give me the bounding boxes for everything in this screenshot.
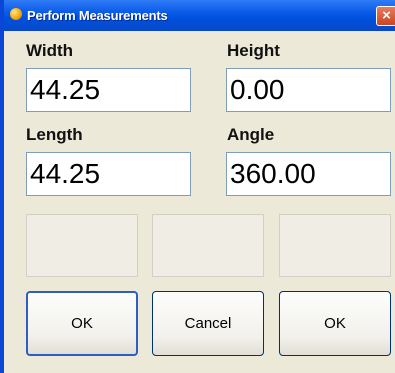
width-label: Width (26, 41, 74, 60)
length-label: Length (26, 125, 83, 144)
angle-field[interactable]: 360.00 (226, 152, 391, 196)
length-field[interactable]: 44.25 (26, 152, 191, 196)
width-field[interactable]: 44.25 (26, 68, 191, 112)
close-button[interactable]: × (376, 6, 395, 26)
empty-slot-2 (152, 214, 264, 277)
close-icon: × (382, 7, 391, 24)
height-field[interactable]: 0.00 (226, 68, 391, 112)
height-label: Height (227, 41, 280, 60)
app-orb-icon (10, 8, 22, 20)
cancel-button[interactable]: Cancel (152, 291, 264, 356)
ok-button-right[interactable]: OK (279, 291, 391, 356)
empty-slot-3 (279, 214, 391, 277)
ok-button-left[interactable]: OK (26, 291, 138, 356)
title-bar[interactable]: Perform Measurements × (4, 0, 395, 31)
angle-label: Angle (227, 125, 275, 144)
empty-slot-1 (26, 214, 138, 277)
window-title: Perform Measurements (27, 8, 168, 23)
